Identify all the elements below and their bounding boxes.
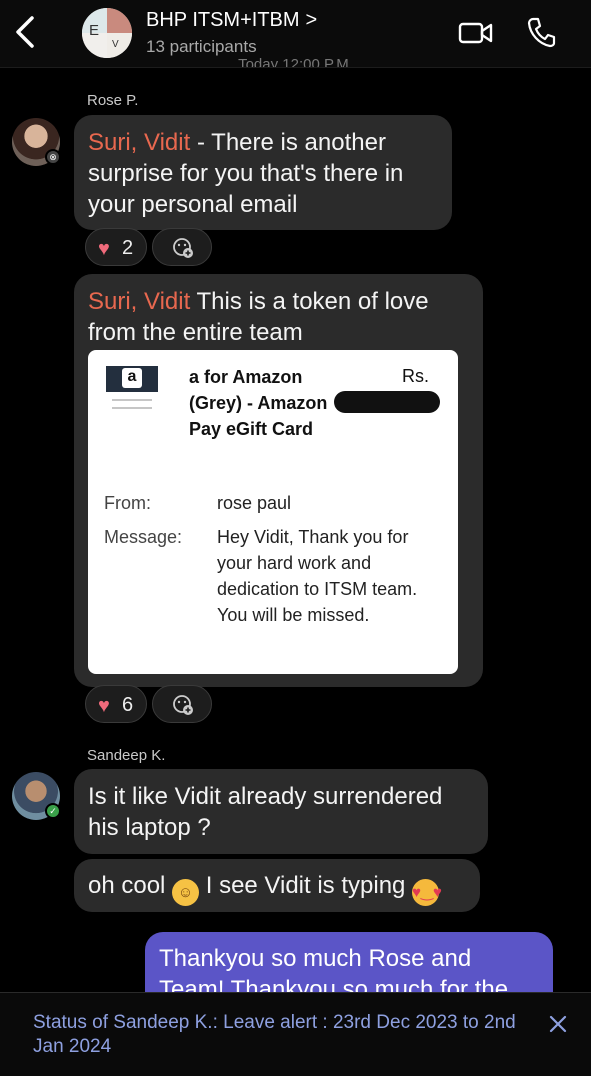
status-available-icon: ✓ [45,803,61,819]
heart-icon: ♥ [98,238,110,260]
status-message[interactable]: Status of Sandeep K.: Leave alert : 23rd… [33,1011,533,1059]
message-value: Hey Vidit, Thank you for your hard work … [217,527,418,625]
chat-title-text: BHP ITSM+ITBM [146,9,300,31]
add-reaction-icon [173,695,193,715]
chat-header: E V BHP ITSM+ITBM > 13 participants Today… [0,0,591,68]
mention[interactable]: Suri, Vidit [88,288,190,315]
gift-card-product: a for Amazon (Grey) - Amazon Pay eGift C… [189,367,328,439]
redacted-amount [334,391,440,413]
amazon-gift-card-thumbnail: a [106,366,158,418]
video-call-icon[interactable] [458,20,494,46]
smiling-face-emoji-icon: ☺ [172,879,200,906]
heart-reaction[interactable]: ♥ 6 [85,685,147,723]
message-bubble[interactable]: oh cool ☺ I see Vidit is typing ♥‿♥ [74,859,480,912]
message-text: oh cool [88,872,173,899]
from-label: From: [104,493,151,513]
add-reaction-button[interactable] [152,685,212,723]
from-value: rose paul [217,493,292,513]
phone-call-icon[interactable] [526,16,556,48]
sender-name-rose: Rose P. [87,92,139,109]
close-icon[interactable] [546,1012,570,1036]
sender-name-sandeep: Sandeep K. [87,747,166,764]
avatar-letter-v: V [112,39,119,50]
status-away-icon: ⊗ [45,149,61,165]
mention[interactable]: Suri, Vidit [88,129,190,156]
title-chevron-icon: > [305,9,318,31]
message-label: Message: [104,527,183,547]
group-avatar[interactable]: E V [82,8,132,58]
reaction-count: 2 [122,237,134,259]
add-reaction-icon [173,238,193,258]
price-label: Rs. [402,366,429,386]
avatar-letter-e: E [89,22,100,39]
message-bubble[interactable]: Suri, Vidit - There is another surprise … [74,115,452,230]
participants-count[interactable]: 13 participants [146,37,257,57]
amazon-logo-icon: a [122,368,142,388]
add-reaction-button[interactable] [152,228,212,266]
message-text: Is it like Vidit already surrendered his… [88,783,443,841]
heart-reaction[interactable]: ♥ 2 [85,228,147,266]
date-separator: Today 12:00 P.M. [238,56,353,67]
chat-title[interactable]: BHP ITSM+ITBM > [146,9,317,32]
message-text: I see Vidit is typing [199,872,413,899]
gift-card-image[interactable]: a a for Amazon (Grey) - Amazon Pay eGift… [88,350,458,674]
status-notification-bar: Status of Sandeep K.: Leave alert : 23rd… [0,992,591,1076]
reaction-count: 6 [122,694,134,716]
message-bubble[interactable]: Is it like Vidit already surrendered his… [74,769,488,854]
heart-eyes-emoji-icon: ♥‿♥ [412,879,442,906]
back-chevron-icon[interactable] [10,12,40,52]
heart-icon: ♥ [98,695,110,717]
